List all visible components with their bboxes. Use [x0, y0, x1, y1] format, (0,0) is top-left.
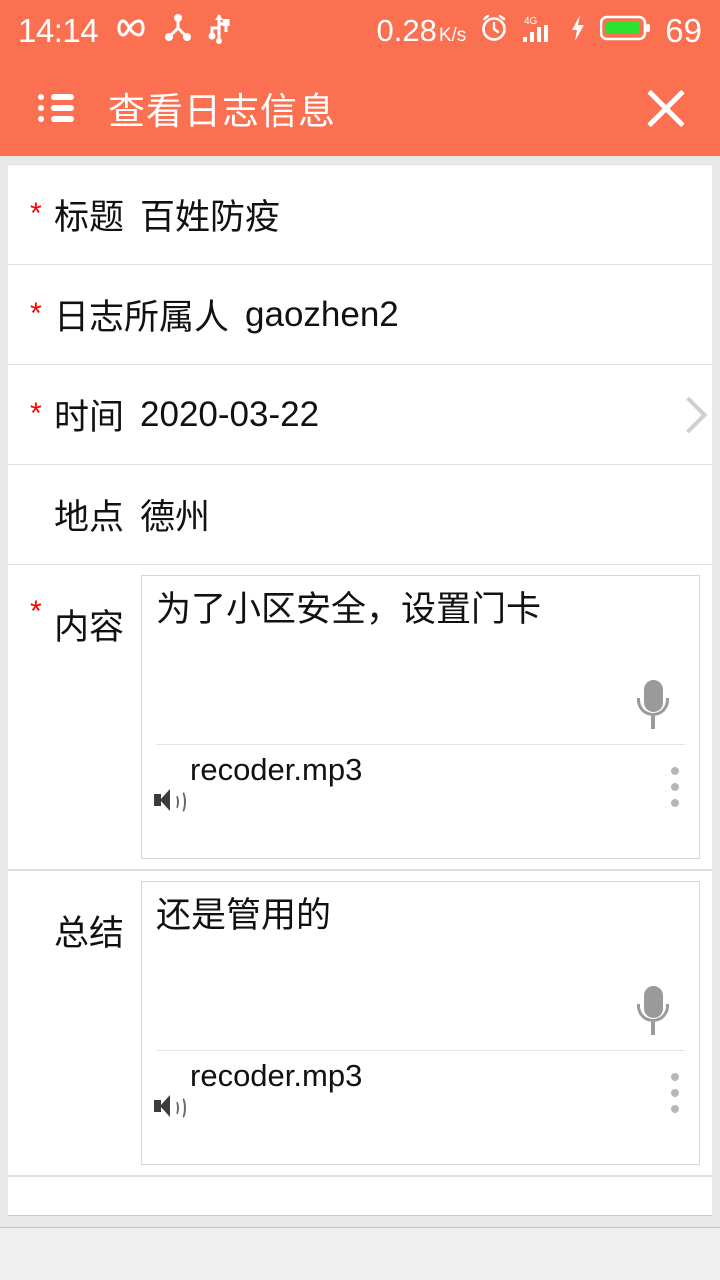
network-speed-value: 0.28 [376, 12, 437, 48]
field-row-title[interactable]: * 标题 百姓防疫 [8, 165, 712, 265]
alarm-clock-icon [479, 13, 509, 48]
required-star: * [30, 296, 42, 330]
app-header: 查看日志信息 [0, 60, 720, 156]
required-star: * [30, 396, 42, 430]
audio-attachment[interactable]: recoder.mp3 [142, 745, 699, 858]
field-row-owner[interactable]: * 日志所属人 gaozhen2 [8, 265, 712, 365]
summary-card: * 总结 还是管用的 recoder.mp3 [8, 870, 712, 1176]
summary-label-col: * 总结 [30, 881, 141, 956]
field-label: 时间 [54, 398, 125, 437]
network-speed-unit: K/s [438, 24, 467, 46]
close-icon[interactable] [638, 80, 694, 136]
summary-text-area[interactable]: 还是管用的 [142, 882, 699, 1044]
field-row-summary: * 总结 还是管用的 recoder.mp3 [8, 871, 712, 1175]
attachment-filename: recoder.mp3 [190, 1058, 363, 1093]
field-value: gaozhen2 [245, 294, 399, 334]
field-label: 日志所属人 [54, 298, 230, 337]
field-value: 德州 [140, 498, 211, 537]
kebab-menu-icon[interactable] [671, 767, 679, 807]
bottom-blank-row [8, 1176, 712, 1216]
content-text-area[interactable]: 为了小区安全，设置门卡 [142, 576, 699, 738]
field-label: 地点 [54, 498, 125, 537]
status-bar-left: 14:14 [18, 12, 230, 49]
audio-attachment[interactable]: recoder.mp3 [142, 1051, 699, 1164]
microphone-icon[interactable] [635, 680, 671, 734]
field-row-content: * 内容 为了小区安全，设置门卡 recoder.mp3 [8, 565, 712, 869]
field-label: 总结 [54, 914, 125, 953]
status-bar-right: 0.28 K/s 4G 69 [376, 13, 702, 48]
speaker-icon[interactable] [154, 1093, 192, 1120]
kebab-menu-icon[interactable] [671, 1073, 679, 1113]
battery-level: 69 [665, 11, 702, 49]
content-text: 为了小区安全，设置门卡 [156, 590, 542, 629]
field-label: 内容 [54, 608, 125, 647]
form-area: * 标题 百姓防疫 * 日志所属人 gaozhen2 * 时间 2020-03-… [0, 156, 720, 1216]
microphone-icon[interactable] [635, 986, 671, 1040]
nav-back-button[interactable] [0, 1228, 240, 1280]
content-textarea[interactable]: 为了小区安全，设置门卡 recoder.mp3 [141, 575, 700, 859]
field-row-date[interactable]: * 时间 2020-03-22 [8, 365, 712, 465]
svg-text:4G: 4G [524, 16, 538, 27]
signal-4g-icon: 4G [522, 13, 556, 48]
chevron-right-icon[interactable] [676, 395, 698, 435]
required-star: * [30, 595, 42, 628]
field-value: 百姓防疫 [140, 198, 281, 237]
list-menu-icon[interactable] [38, 94, 74, 122]
nav-recents-button[interactable] [480, 1228, 720, 1280]
summary-text: 还是管用的 [156, 896, 332, 935]
content-label-col: * 内容 [30, 575, 141, 650]
attachment-filename: recoder.mp3 [190, 752, 363, 787]
nav-home-button[interactable] [240, 1228, 480, 1280]
speaker-icon[interactable] [154, 787, 192, 814]
summary-textarea[interactable]: 还是管用的 recoder.mp3 [141, 881, 700, 1165]
status-clock: 14:14 [18, 11, 99, 49]
page-title: 查看日志信息 [108, 91, 336, 132]
charging-bolt-icon [569, 13, 587, 48]
network-speed: 0.28 K/s [376, 15, 466, 46]
field-row-location[interactable]: * 地点 德州 [8, 465, 712, 565]
system-nav-bar [0, 1227, 720, 1280]
required-star: * [30, 196, 42, 230]
field-value: 2020-03-22 [140, 394, 320, 434]
usb-icon [208, 12, 230, 49]
basic-info-card: * 标题 百姓防疫 * 日志所属人 gaozhen2 * 时间 2020-03-… [8, 164, 712, 870]
infinity-icon [114, 15, 148, 46]
phone-screen: 14:14 0.28 K/s 4G 69 查看日志信息 * 标题 百姓防疫 * … [0, 0, 720, 1280]
field-label: 标题 [54, 198, 125, 237]
battery-icon [599, 14, 652, 47]
status-bar: 14:14 0.28 K/s 4G 69 [0, 0, 720, 60]
share-nodes-icon [164, 13, 192, 48]
